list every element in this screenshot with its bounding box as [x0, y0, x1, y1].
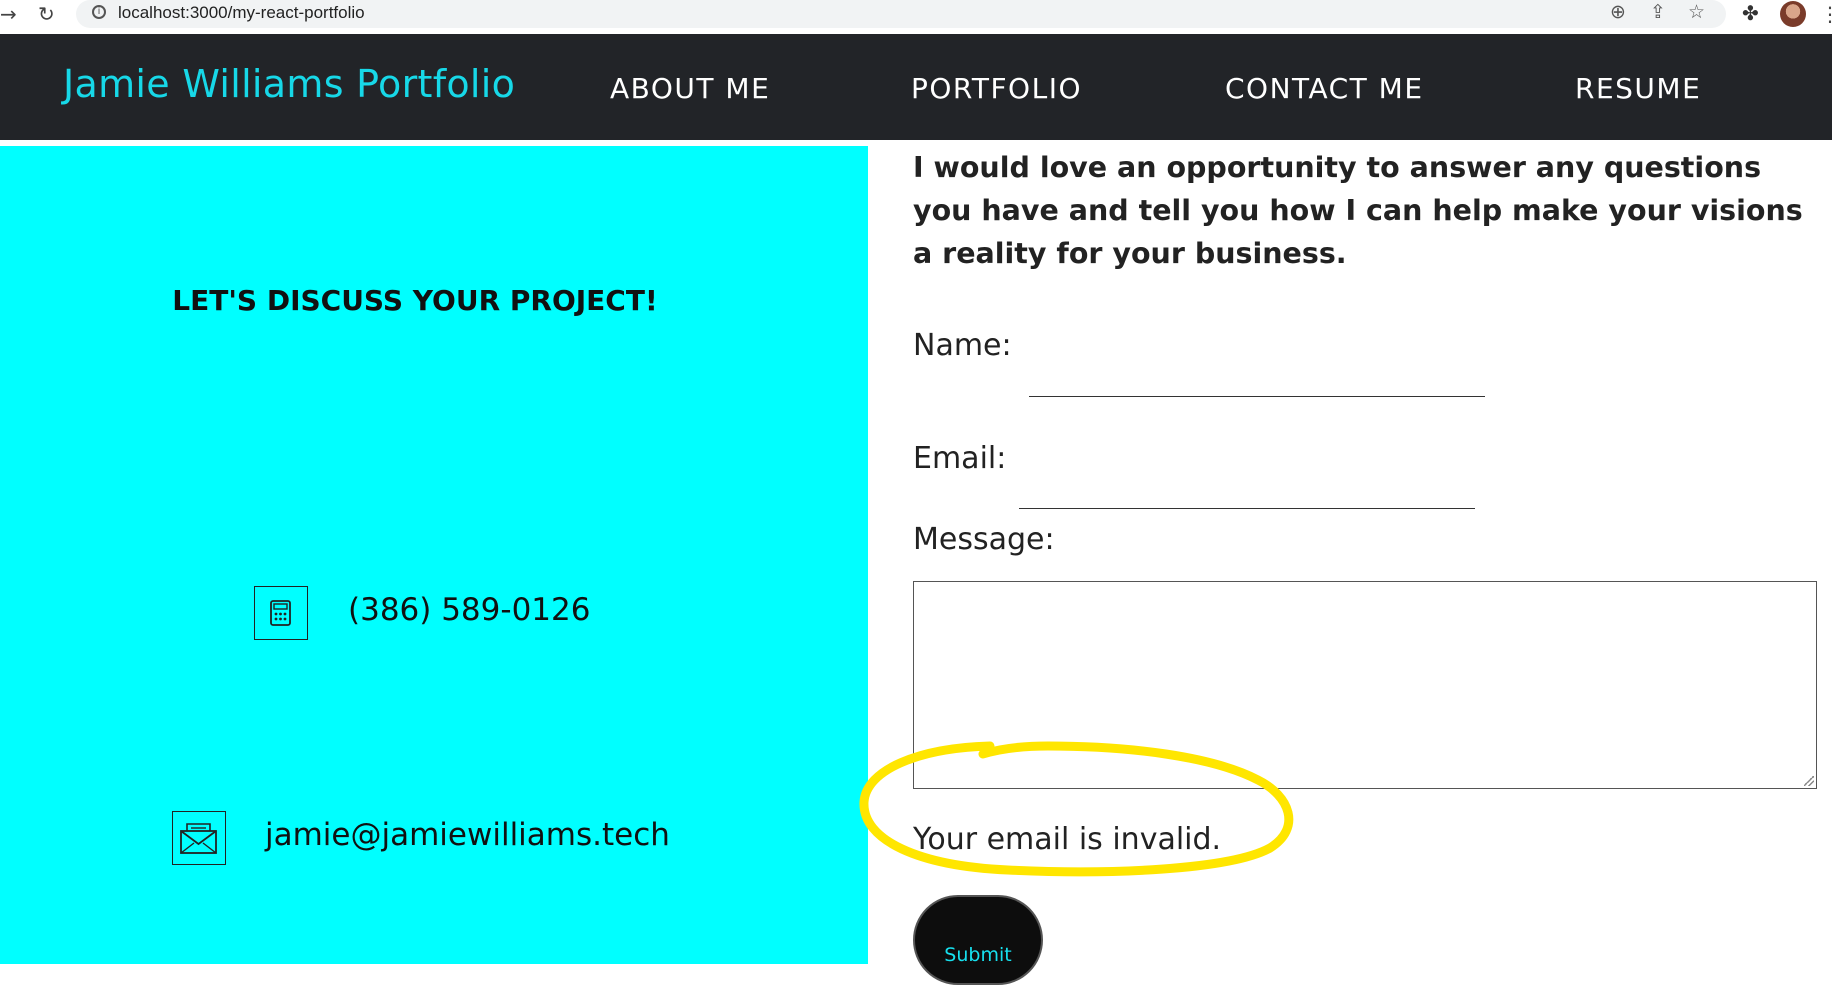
- back-arrow-icon[interactable]: →: [0, 2, 17, 26]
- site-info-icon[interactable]: i: [92, 5, 106, 19]
- email-label: Email:: [913, 441, 1007, 476]
- email-input[interactable]: [1019, 470, 1475, 509]
- phone-number: (386) 589-0126: [348, 592, 591, 628]
- address-bar[interactable]: i localhost:3000/my-react-portfolio ⊕ ⇪ …: [76, 0, 1726, 28]
- brand-title[interactable]: Jamie Williams Portfolio: [63, 62, 515, 106]
- browser-toolbar: → ↻ i localhost:3000/my-react-portfolio …: [0, 0, 1832, 34]
- reload-icon[interactable]: ↻: [38, 2, 55, 26]
- extensions-puzzle-icon[interactable]: ✤: [1742, 1, 1759, 25]
- nav-contact-me[interactable]: CONTACT ME: [1225, 72, 1424, 105]
- resize-grip-icon[interactable]: [1804, 776, 1814, 786]
- contact-info-panel: LET'S DISCUSS YOUR PROJECT! (386) 589-01…: [0, 146, 868, 964]
- zoom-icon[interactable]: ⊕: [1610, 1, 1626, 23]
- form-intro: I would love an opportunity to answer an…: [913, 151, 1803, 270]
- bookmark-star-icon[interactable]: ☆: [1688, 1, 1705, 23]
- discuss-heading: LET'S DISCUSS YOUR PROJECT!: [172, 284, 658, 317]
- name-label: Name:: [913, 328, 1012, 363]
- name-input[interactable]: [1029, 358, 1485, 397]
- email-address: jamie@jamiewilliams.tech: [265, 817, 670, 853]
- envelope-icon: [172, 811, 226, 865]
- phone-icon: [254, 586, 308, 640]
- annotation-highlight-circle: [859, 741, 1294, 877]
- site-header: Jamie Williams Portfolio ABOUT ME PORTFO…: [0, 34, 1832, 140]
- submit-button[interactable]: Submit: [913, 895, 1043, 985]
- more-icon[interactable]: ⋮: [1820, 2, 1832, 26]
- share-icon[interactable]: ⇪: [1650, 1, 1666, 23]
- profile-avatar[interactable]: [1780, 1, 1806, 27]
- nav-portfolio[interactable]: PORTFOLIO: [911, 72, 1082, 105]
- url-text[interactable]: localhost:3000/my-react-portfolio: [118, 3, 365, 23]
- message-label: Message:: [913, 522, 1055, 557]
- nav-about-me[interactable]: ABOUT ME: [610, 72, 770, 105]
- nav-resume[interactable]: RESUME: [1575, 72, 1701, 105]
